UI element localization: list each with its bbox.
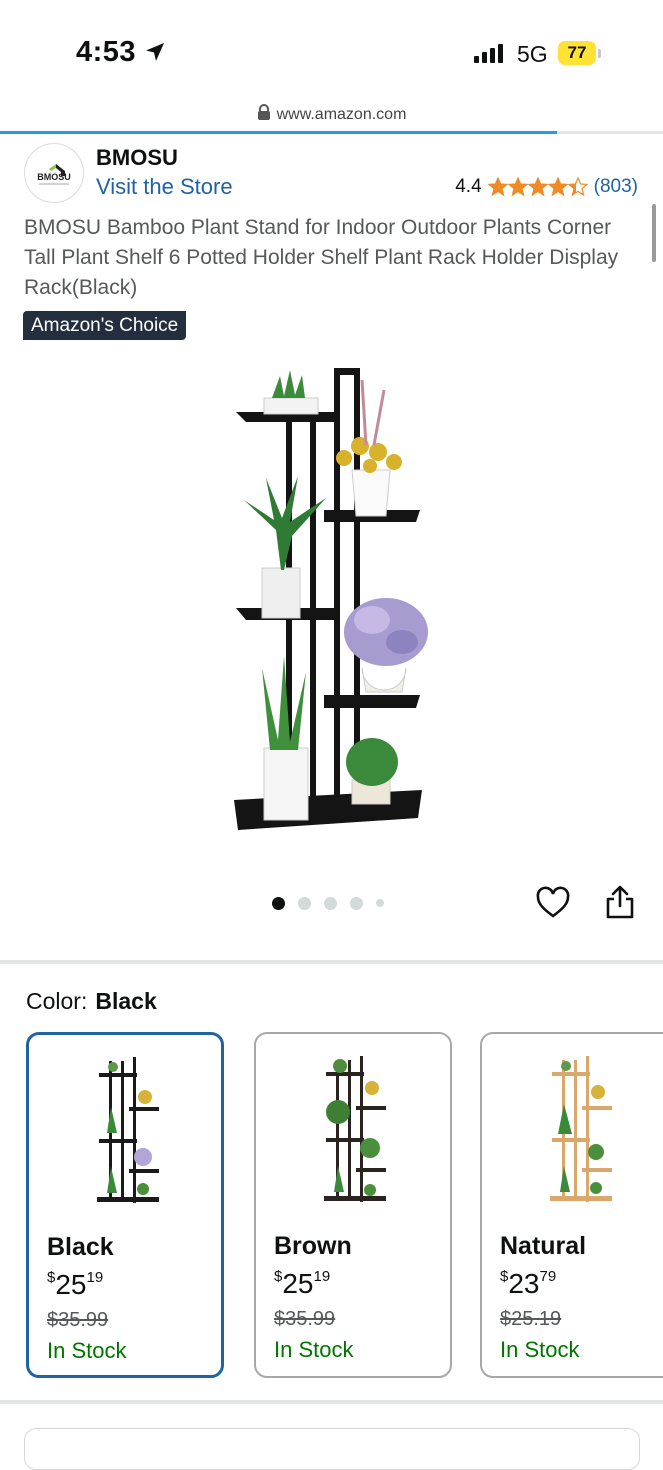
color-label: Color: Black	[26, 988, 157, 1015]
page-load-progress	[0, 131, 663, 134]
share-icon[interactable]	[604, 884, 636, 920]
clock: 4:53	[76, 36, 137, 68]
image-carousel-dots[interactable]	[272, 896, 397, 910]
carousel-dot[interactable]	[324, 896, 337, 910]
url-bar[interactable]: www.amazon.com	[0, 104, 663, 132]
carousel-dot[interactable]	[350, 896, 363, 910]
option-price: $2519	[47, 1269, 104, 1300]
color-option-natural[interactable]: Natural $2379 $25.19 In Stock	[480, 1032, 663, 1378]
option-price: $2379	[500, 1268, 557, 1299]
brand-name: BMOSU	[96, 145, 178, 170]
color-label-key: Color:	[26, 988, 88, 1014]
option-name: Natural	[500, 1232, 587, 1260]
option-stock-status: In Stock	[47, 1338, 127, 1363]
url-text: www.amazon.com	[276, 106, 407, 123]
option-list-price: $35.99	[274, 1308, 336, 1330]
option-stock-status: In Stock	[500, 1337, 580, 1362]
carousel-dot[interactable]	[298, 896, 311, 910]
selected-color-value: Black	[95, 988, 157, 1014]
status-bar: 4:53 5G 77	[0, 0, 663, 100]
rating-value: 4.4	[455, 176, 482, 197]
next-section-card[interactable]	[24, 1428, 640, 1470]
brand-logo[interactable]: BMOSU	[24, 143, 84, 203]
section-divider	[0, 1400, 663, 1404]
network-type: 5G	[517, 41, 548, 67]
svg-text:BMOSU: BMOSU	[37, 172, 71, 182]
star-icon	[487, 177, 508, 197]
section-divider	[0, 960, 663, 964]
house-logo-icon: BMOSU	[37, 164, 71, 185]
scroll-indicator	[652, 204, 656, 262]
star-icon	[547, 177, 568, 197]
visit-store-link[interactable]: Visit the Store	[96, 174, 233, 200]
option-price: $2519	[274, 1268, 331, 1299]
star-icon	[527, 177, 548, 197]
star-rating	[487, 177, 588, 197]
color-thumbnail-natural	[550, 1056, 612, 1202]
heart-icon[interactable]	[536, 886, 570, 920]
color-thumbnail-brown	[324, 1056, 386, 1202]
page-load-progress-fill	[0, 131, 557, 134]
battery-icon: 77	[558, 41, 601, 67]
star-icon	[507, 177, 528, 197]
amazons-choice-badge: Amazon's Choice	[23, 311, 187, 340]
product-title: BMOSU Bamboo Plant Stand for Indoor Outd…	[24, 216, 619, 299]
color-thumbnail-black	[97, 1057, 159, 1203]
location-arrow-icon	[146, 43, 164, 61]
review-count-link[interactable]: (803)	[594, 176, 638, 198]
product-image[interactable]	[226, 350, 436, 840]
option-list-price: $25.19	[500, 1308, 562, 1330]
signal-bars-icon	[474, 44, 503, 63]
star-icon	[567, 177, 588, 197]
color-option-black[interactable]: Black $2519 $35.99 In Stock	[26, 1032, 224, 1378]
option-name: Black	[47, 1233, 114, 1261]
option-stock-status: In Stock	[274, 1337, 354, 1362]
option-name: Brown	[274, 1232, 352, 1260]
carousel-dot[interactable]	[376, 899, 384, 907]
carousel-dot[interactable]	[272, 896, 285, 910]
battery-level: 77	[567, 43, 587, 62]
color-option-brown[interactable]: Brown $2519 $35.99 In Stock	[254, 1032, 452, 1378]
lock-icon	[257, 104, 270, 120]
option-list-price: $35.99	[47, 1309, 109, 1331]
rating-summary[interactable]: 4.4 (803)	[455, 176, 638, 198]
